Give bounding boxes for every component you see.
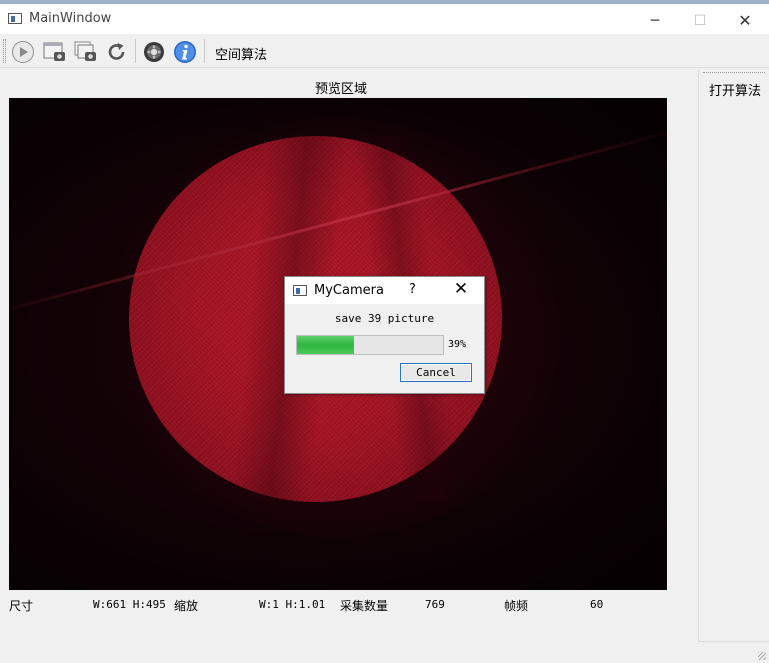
play-icon[interactable] [10,39,36,65]
open-algorithm-button[interactable]: 打开算法 [709,80,761,99]
capture-icon[interactable] [42,39,68,65]
preview-label: 预览区域 [315,82,368,97]
title-bar: MainWindow ─ ☐ ✕ [0,4,769,34]
spatial-algorithm-button[interactable]: 空间算法 [215,44,267,63]
dialog-title: MyCamera [314,283,384,298]
size-value: W:661 H:495 [93,598,166,611]
toolbar-separator [135,39,136,63]
fps-value: 60 [590,598,604,611]
count-label: 采集数量 [340,599,389,613]
toolbar: 空间算法 [0,35,769,68]
toolbar-grip[interactable] [3,39,6,63]
toolbar-separator [204,39,205,63]
progress-bar [296,335,444,355]
progress-fill [297,336,354,354]
settings-icon[interactable] [141,39,167,65]
main-window: MainWindow ─ ☐ ✕ 空间算法 预览区域 打开算法 尺寸 W:661… [0,0,769,663]
zoom-value: W:1 H:1.01 [259,598,326,611]
algorithm-dock [698,70,769,642]
dialog-app-icon [293,285,307,296]
cancel-button[interactable]: Cancel [400,363,472,382]
window-title: MainWindow [29,11,112,26]
save-images-icon[interactable] [73,39,99,65]
help-button[interactable]: ? [409,282,416,297]
fps-label: 帧频 [504,599,529,613]
dialog-title-bar: MyCamera ? ✕ [285,277,484,304]
save-progress-dialog: MyCamera ? ✕ save 39 picture 39% Cancel [284,276,485,394]
count-value: 769 [425,598,445,611]
minimize-button[interactable]: ─ [635,8,675,34]
app-icon [8,13,22,24]
close-button[interactable]: ✕ [725,8,765,34]
info-icon[interactable] [172,39,198,65]
progress-percent: 39% [448,339,467,350]
dialog-close-button[interactable]: ✕ [450,279,472,299]
resize-grip[interactable] [758,652,766,660]
refresh-icon[interactable] [104,39,130,65]
zoom-label: 缩放 [174,599,199,613]
dock-grip[interactable] [703,72,765,74]
dialog-message: save 39 picture [334,312,435,325]
size-label: 尺寸 [9,599,34,613]
maximize-button[interactable]: ☐ [680,8,720,34]
